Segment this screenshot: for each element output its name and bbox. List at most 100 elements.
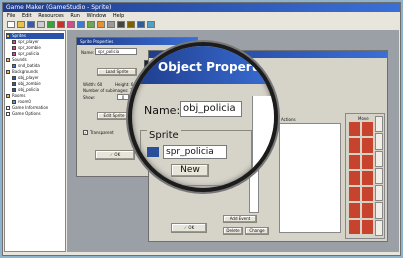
load-sprite-button[interactable]: Load Sprite (97, 68, 137, 76)
actions-list[interactable] (279, 123, 341, 233)
tab-main2[interactable] (375, 150, 383, 167)
tab-move[interactable] (375, 116, 383, 133)
tab-draw[interactable] (375, 219, 383, 236)
tree-item-game-options[interactable]: Game Options (6, 111, 64, 117)
action-icon[interactable] (349, 138, 360, 153)
object-icon (12, 76, 16, 80)
edit-sprite-label: Edit Sprite (103, 113, 125, 118)
add-font-icon[interactable] (117, 21, 125, 28)
sprite-ok-label: OK (114, 152, 121, 157)
tree-label: room0 (18, 99, 31, 104)
tab-main1[interactable] (375, 133, 383, 150)
sprite-show-label: Show: (83, 95, 95, 100)
run-icon[interactable] (47, 21, 55, 28)
add-event-label: Add Event (229, 216, 251, 221)
move-actions-grid (349, 122, 373, 234)
add-path-icon[interactable] (97, 21, 105, 28)
open-icon[interactable] (17, 21, 25, 28)
action-icon[interactable] (349, 203, 360, 218)
action-icon[interactable] (362, 154, 373, 169)
sprite-ok-button[interactable]: ✓ OK (95, 150, 135, 160)
tree-label: spr_player (18, 39, 39, 44)
add-timeline-icon[interactable] (127, 21, 135, 28)
action-icon[interactable] (349, 170, 360, 186)
tab-strip (375, 116, 383, 236)
add-sprite-icon[interactable] (67, 21, 75, 28)
sprite-thumb-icon (147, 147, 159, 157)
menu-run[interactable]: Run (70, 13, 80, 19)
load-sprite-label: Load Sprite (105, 69, 129, 74)
action-icon[interactable] (349, 187, 360, 202)
menu-bar: File Edit Resources Run Window Help (7, 13, 124, 19)
delete-label: Delete (226, 228, 240, 233)
sprite-name-field[interactable]: spr_policia (95, 48, 137, 55)
tree-label: Game Options (12, 111, 41, 116)
change-label: Change (249, 228, 265, 233)
cut-icon[interactable] (37, 21, 45, 28)
add-sound-icon[interactable] (77, 21, 85, 28)
action-icon[interactable] (362, 203, 373, 218)
folder-icon (6, 34, 10, 38)
action-icon[interactable] (349, 122, 360, 137)
add-event-button[interactable]: Add Event (223, 215, 257, 223)
action-icon[interactable] (349, 219, 360, 234)
action-icon[interactable] (362, 187, 373, 202)
new-icon[interactable] (7, 21, 15, 28)
new-sprite-label: New (180, 165, 200, 175)
run-debug-icon[interactable] (57, 21, 65, 28)
folder-icon (6, 58, 10, 62)
menu-edit[interactable]: Edit (22, 13, 32, 19)
add-background-icon[interactable] (87, 21, 95, 28)
zoomed-titlebar: Object Properties (132, 46, 274, 84)
action-icon[interactable] (362, 219, 373, 234)
action-icon[interactable] (349, 154, 360, 169)
object-ok-label: OK (188, 225, 195, 230)
tab-score[interactable] (375, 185, 383, 202)
add-script-icon[interactable] (107, 21, 115, 28)
tree-label: spr_policia (18, 51, 40, 56)
menu-file[interactable]: File (7, 13, 15, 19)
sprite-icon (12, 52, 16, 56)
tree-label: spr_zombie (18, 45, 41, 50)
tree-label: Rooms (12, 93, 26, 98)
tree-label: Backgrounds (12, 69, 38, 74)
object-sprite-field[interactable]: spr_policia (163, 145, 227, 159)
action-tabs-panel: Move (345, 113, 385, 239)
tab-move-header: Move (358, 116, 369, 121)
tree-label: obj_zombie (18, 81, 41, 86)
sprite-group-label: Sprite (147, 130, 181, 141)
object-ok-button[interactable]: ✓ OK (171, 223, 207, 233)
add-object-icon[interactable] (137, 21, 145, 28)
tab-control[interactable] (375, 167, 383, 185)
action-icon[interactable] (362, 170, 373, 186)
sound-icon (12, 64, 16, 68)
save-icon[interactable] (27, 21, 35, 28)
tree-label: obj_player (18, 75, 39, 80)
options-icon (6, 112, 10, 116)
object-name-field[interactable]: obj_policia (180, 101, 242, 117)
object-icon (12, 88, 16, 92)
magnifier-lens: Object Properties Name: obj_policia Spri… (128, 42, 278, 192)
tab-extra[interactable] (375, 202, 383, 219)
transparent-checkbox[interactable]: ✓ (83, 130, 88, 135)
sprite-window-titlebar: Sprite Properties (77, 38, 197, 45)
add-room-icon[interactable] (147, 21, 155, 28)
change-button[interactable]: Change (245, 227, 269, 235)
info-icon (6, 106, 10, 110)
folder-icon (6, 70, 10, 74)
new-sprite-button[interactable]: New (171, 164, 209, 177)
action-icon[interactable] (362, 138, 373, 153)
menu-help[interactable]: Help (113, 13, 124, 19)
sprite-show-field[interactable]: 0 (117, 94, 129, 100)
action-icon[interactable] (362, 122, 373, 137)
sprite-icon (12, 46, 16, 50)
tree-label: obj_policia (18, 87, 40, 92)
resource-tree: Sprites spr_player spr_zombie spr_polici… (4, 30, 66, 252)
menu-resources[interactable]: Resources (38, 13, 64, 19)
sprite-subimages-text: Number of subimages: 72 (83, 88, 135, 93)
edit-sprite-button[interactable]: Edit Sprite (97, 112, 131, 120)
folder-icon (6, 94, 10, 98)
delete-button[interactable]: Delete (223, 227, 243, 235)
sprite-group-box: Sprite spr_policia New (140, 130, 252, 186)
menu-window[interactable]: Window (87, 13, 107, 19)
